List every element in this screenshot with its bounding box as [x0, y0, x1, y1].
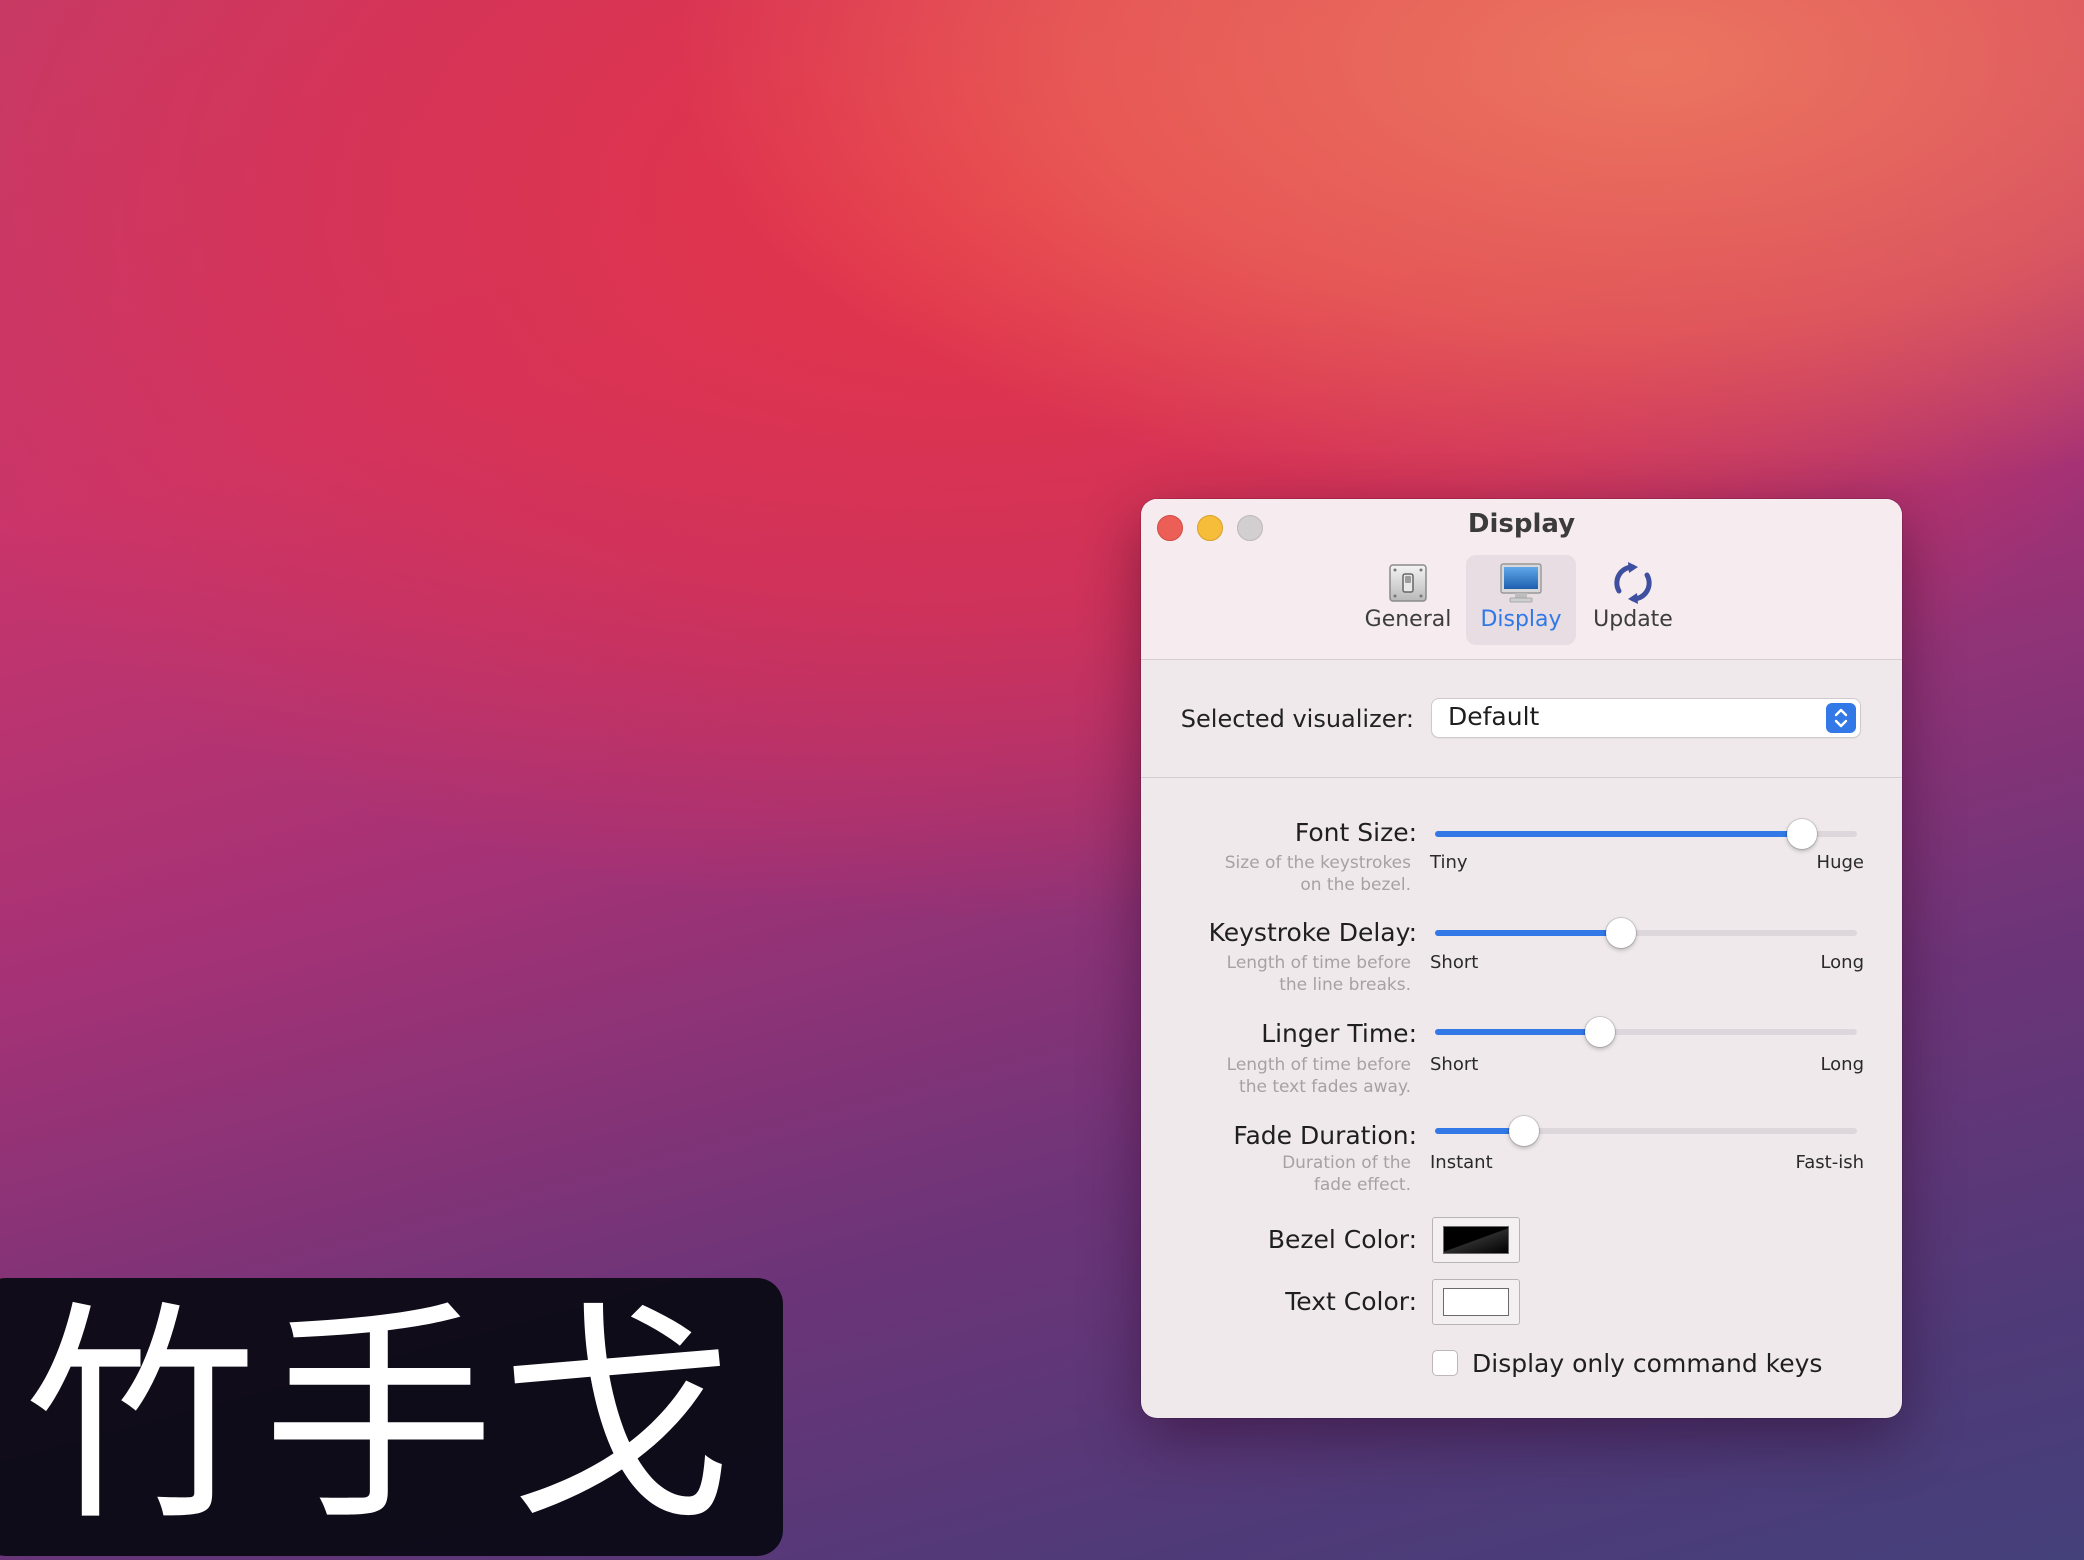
keystroke-delay-min-label: Short — [1430, 952, 1479, 973]
fade-duration-description: Duration of the fade effect. — [1141, 1152, 1411, 1196]
fade-duration-desc-line: Duration of the — [1282, 1153, 1411, 1173]
section-divider — [1141, 777, 1902, 778]
tab-general-label: General — [1364, 607, 1452, 632]
tab-general[interactable]: General — [1353, 555, 1463, 645]
keystroke-delay-description: Length of time before the line breaks. — [1141, 952, 1411, 996]
bezel-color-label: Bezel Color: — [1267, 1225, 1417, 1254]
slider-thumb[interactable] — [1787, 819, 1817, 849]
slider-fill — [1435, 831, 1802, 837]
slider-thumb[interactable] — [1509, 1116, 1539, 1146]
text-color-swatch — [1443, 1288, 1509, 1316]
tab-update[interactable]: Update — [1578, 555, 1688, 645]
linger-time-desc-line: the text fades away. — [1239, 1077, 1411, 1097]
fade-duration-min-label: Instant — [1430, 1152, 1493, 1173]
select-stepper[interactable] — [1826, 703, 1856, 733]
font-size-desc-line: on the bezel. — [1300, 875, 1411, 895]
font-size-min-label: Tiny — [1430, 852, 1468, 873]
chevron-up-down-icon — [1834, 708, 1848, 728]
linger-time-min-label: Short — [1430, 1054, 1479, 1075]
visualizer-select[interactable]: Default — [1432, 699, 1860, 737]
tab-display-label: Display — [1480, 607, 1562, 632]
font-size-label: Font Size: — [1294, 818, 1417, 847]
text-color-well[interactable] — [1432, 1279, 1520, 1325]
bezel-color-swatch — [1443, 1226, 1509, 1254]
bezel-color-well[interactable] — [1432, 1217, 1520, 1263]
command-keys-checkbox-label[interactable]: Display only command keys — [1472, 1349, 1822, 1378]
slider-fill — [1435, 1029, 1600, 1035]
tab-update-label: Update — [1593, 607, 1673, 632]
keystroke-delay-desc-line: the line breaks. — [1279, 975, 1411, 995]
tab-display[interactable]: Display — [1466, 555, 1576, 645]
linger-time-label: Linger Time: — [1261, 1019, 1417, 1048]
refresh-icon — [1614, 562, 1652, 604]
slider-thumb[interactable] — [1606, 918, 1636, 948]
visualizer-label: Selected visualizer: — [1180, 705, 1414, 733]
slider-fill — [1435, 930, 1621, 936]
command-keys-checkbox[interactable] — [1432, 1350, 1458, 1376]
linger-time-desc-line: Length of time before — [1226, 1055, 1411, 1075]
fade-duration-max-label: Fast-ish — [1795, 1152, 1864, 1173]
fade-duration-desc-line: fade effect. — [1313, 1175, 1411, 1195]
font-size-desc-line: Size of the keystrokes — [1224, 853, 1411, 873]
font-size-slider[interactable] — [1435, 819, 1857, 849]
bezel-keystroke-text: 竹手戈 — [24, 1282, 739, 1552]
switch-icon — [1389, 564, 1427, 602]
keystroke-bezel: 竹手戈 — [0, 1278, 783, 1556]
preferences-window: Display General Display Update Selected … — [1141, 499, 1902, 1418]
linger-time-slider[interactable] — [1435, 1017, 1857, 1047]
text-color-label: Text Color: — [1285, 1287, 1417, 1316]
linger-time-max-label: Long — [1820, 1054, 1864, 1075]
monitor-icon — [1500, 563, 1542, 603]
keystroke-delay-max-label: Long — [1820, 952, 1864, 973]
font-size-max-label: Huge — [1816, 852, 1864, 873]
window-title: Display — [1467, 509, 1576, 539]
window-toolbar: Display General Display Update — [1141, 499, 1902, 660]
keystroke-delay-slider[interactable] — [1435, 918, 1857, 948]
font-size-description: Size of the keystrokes on the bezel. — [1141, 852, 1411, 896]
fade-duration-slider[interactable] — [1435, 1116, 1857, 1146]
visualizer-value: Default — [1448, 702, 1540, 731]
keystroke-delay-label: Keystroke Delay: — [1208, 918, 1417, 947]
keystroke-delay-desc-line: Length of time before — [1226, 953, 1411, 973]
fade-duration-label: Fade Duration: — [1233, 1121, 1417, 1150]
linger-time-description: Length of time before the text fades awa… — [1141, 1054, 1411, 1098]
slider-thumb[interactable] — [1585, 1017, 1615, 1047]
